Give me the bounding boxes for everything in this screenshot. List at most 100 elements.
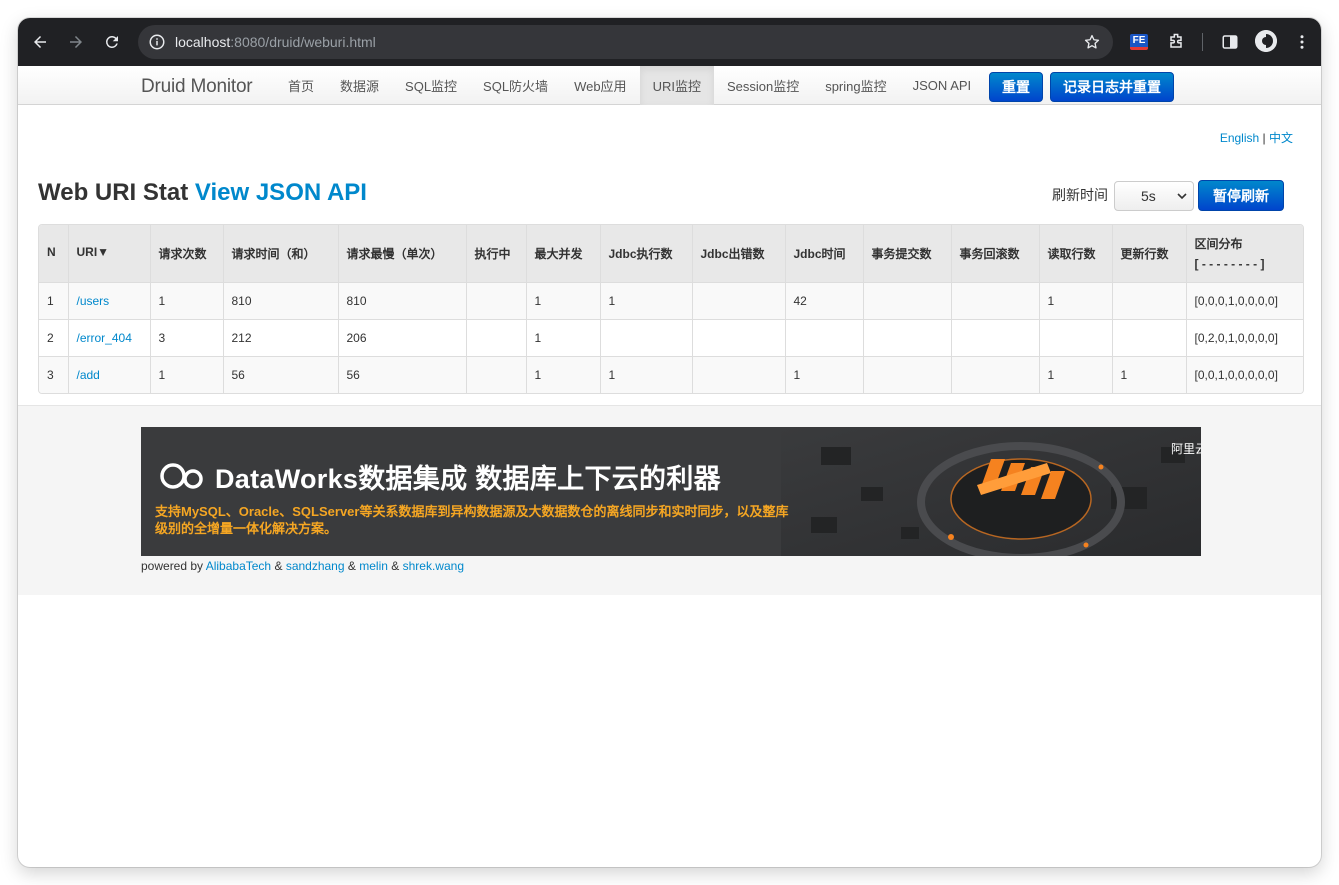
pause-refresh-button[interactable]: 暂停刷新 — [1198, 180, 1284, 211]
refresh-interval-value: 5s — [1141, 188, 1156, 204]
header-request-time-sum[interactable]: 请求时间（和） — [222, 225, 338, 282]
cell-request-time-sum: 56 — [222, 355, 338, 393]
nav-item-webapp[interactable]: Web应用 — [561, 66, 640, 105]
refresh-interval-select[interactable]: 5s — [1114, 181, 1194, 211]
cell-request-time-max: 206 — [337, 318, 466, 356]
cell-tx-commit — [862, 318, 951, 356]
amp-separator: & — [347, 559, 356, 573]
nav-item-session[interactable]: Session监控 — [714, 66, 812, 105]
nav-item-spring[interactable]: spring监控 — [812, 66, 899, 105]
bookmark-star-icon[interactable] — [1083, 33, 1101, 51]
header-distribution[interactable]: 区间分布 [ - - - - - - - - ] — [1185, 225, 1303, 282]
cell-update-rows — [1111, 281, 1186, 319]
cell-distribution: [0,0,1,0,0,0,0,0] — [1185, 355, 1303, 393]
cell-tx-commit — [862, 355, 951, 393]
cell-fetch-rows — [1038, 318, 1112, 356]
lang-chinese-link[interactable]: 中文 — [1269, 131, 1293, 145]
header-fetch-rows[interactable]: 读取行数 — [1038, 225, 1112, 282]
lang-english-link[interactable]: English — [1220, 131, 1259, 145]
cell-request-count: 1 — [149, 281, 223, 319]
back-button[interactable] — [25, 27, 55, 57]
header-jdbc-exec[interactable]: Jdbc执行数 — [599, 225, 692, 282]
table-row: 2 /error_404 3 212 206 1 [0,2,0,1,0,0,0,… — [39, 318, 1303, 356]
cell-tx-rollback — [950, 281, 1039, 319]
author-link-sandzhang[interactable]: sandzhang — [286, 559, 345, 573]
profile-avatar-icon[interactable] — [1255, 30, 1277, 52]
log-and-reset-button[interactable]: 记录日志并重置 — [1050, 72, 1174, 102]
cell-request-time-max: 56 — [337, 355, 466, 393]
uri-link[interactable]: /add — [77, 368, 100, 382]
header-n: N — [39, 225, 68, 282]
cell-jdbc-error — [691, 318, 785, 356]
header-tx-rollback[interactable]: 事务回滚数 — [950, 225, 1039, 282]
url-text[interactable]: localhost:8080/druid/weburi.html — [175, 34, 376, 50]
cell-uri: /users — [67, 281, 150, 319]
forward-arrow-icon — [70, 36, 82, 48]
cell-n: 1 — [39, 281, 68, 319]
fe-extension-icon[interactable]: FE — [1127, 30, 1151, 54]
author-link-alibabatech[interactable]: AlibabaTech — [206, 559, 271, 573]
cell-uri: /add — [67, 355, 150, 393]
nav-item-sql[interactable]: SQL监控 — [392, 66, 470, 105]
view-json-api-link[interactable]: View JSON API — [195, 179, 367, 206]
extensions-puzzle-icon[interactable] — [1164, 30, 1188, 54]
header-distribution-sub: [ - - - - - - - - ] — [1194, 257, 1265, 271]
brand-logo[interactable]: Druid Monitor — [141, 76, 253, 98]
nav-item-weburi[interactable]: URI监控 — [639, 66, 714, 105]
amp-separator: & — [391, 559, 400, 573]
header-jdbc-time[interactable]: Jdbc时间 — [784, 225, 863, 282]
powered-by-prefix: powered by — [141, 559, 204, 573]
nav-item-datasource[interactable]: 数据源 — [327, 66, 392, 105]
cell-jdbc-exec: 1 — [599, 281, 692, 319]
cell-max-concurrent: 1 — [525, 281, 600, 319]
header-running[interactable]: 执行中 — [465, 225, 526, 282]
nav-item-home[interactable]: 首页 — [275, 66, 327, 105]
cell-jdbc-time — [784, 318, 863, 356]
cell-running — [465, 355, 526, 393]
header-uri[interactable]: URI▼ — [67, 225, 150, 282]
lang-separator: | — [1262, 131, 1266, 145]
dataworks-ad-banner[interactable]: 阿里云 DataWorks数据集成 数据库上下云的利器 支持MySQL、Orac… — [141, 427, 1201, 556]
cell-request-count: 1 — [149, 355, 223, 393]
nav-item-json-api[interactable]: JSON API — [900, 66, 985, 105]
banner-subtitle: 支持MySQL、Oracle、SQLServer等关系数据库到异构数据源及大数据… — [155, 504, 789, 536]
browser-toolbar: localhost:8080/druid/weburi.html FE — [18, 18, 1321, 66]
header-update-rows[interactable]: 更新行数 — [1111, 225, 1186, 282]
language-switch: English | 中文 — [1220, 129, 1293, 146]
browser-menu-icon[interactable] — [1290, 30, 1314, 54]
cell-jdbc-exec: 1 — [599, 355, 692, 393]
banner-artwork: 阿里云 — [781, 427, 1201, 556]
cell-distribution: [0,2,0,1,0,0,0,0] — [1185, 318, 1303, 356]
nav-item-wall[interactable]: SQL防火墙 — [470, 66, 561, 105]
cell-request-time-sum: 212 — [222, 318, 338, 356]
uri-link[interactable]: /error_404 — [77, 331, 132, 345]
uri-stat-table: N URI▼ 请求次数 请求时间（和） 请求最慢（单次） 执行中 最大并发 Jd… — [38, 224, 1304, 394]
url-host: localhost — [175, 34, 231, 50]
cell-running — [465, 281, 526, 319]
cell-tx-rollback — [950, 355, 1039, 393]
cell-update-rows: 1 — [1111, 355, 1186, 393]
header-max-concurrent[interactable]: 最大并发 — [525, 225, 600, 282]
forward-button[interactable] — [61, 27, 91, 57]
header-jdbc-error[interactable]: Jdbc出错数 — [691, 225, 785, 282]
powered-by: powered by AlibabaTech & sandzhang & mel… — [141, 559, 464, 573]
reload-button[interactable] — [97, 27, 127, 57]
header-request-count[interactable]: 请求次数 — [149, 225, 223, 282]
dataworks-logo-icon — [160, 463, 203, 489]
author-link-shrek-wang[interactable]: shrek.wang — [403, 559, 464, 573]
page-title-text: Web URI Stat — [38, 179, 189, 206]
banner-brand-text: 阿里云 — [1171, 442, 1201, 456]
cell-n: 2 — [39, 318, 68, 356]
header-distribution-title: 区间分布 — [1194, 237, 1243, 251]
side-panel-icon[interactable] — [1218, 30, 1242, 54]
reset-button[interactable]: 重置 — [989, 72, 1043, 102]
author-link-melin[interactable]: melin — [359, 559, 388, 573]
header-request-time-max[interactable]: 请求最慢（单次） — [337, 225, 466, 282]
uri-link[interactable]: /users — [77, 294, 110, 308]
site-info-icon[interactable] — [148, 33, 166, 51]
banner-title: DataWorks数据集成 数据库上下云的利器 — [215, 464, 721, 494]
header-tx-commit[interactable]: 事务提交数 — [862, 225, 951, 282]
page-footer: 阿里云 DataWorks数据集成 数据库上下云的利器 支持MySQL、Orac… — [18, 405, 1321, 595]
address-bar[interactable]: localhost:8080/druid/weburi.html — [138, 25, 1113, 59]
url-path: :8080/druid/weburi.html — [230, 34, 376, 50]
